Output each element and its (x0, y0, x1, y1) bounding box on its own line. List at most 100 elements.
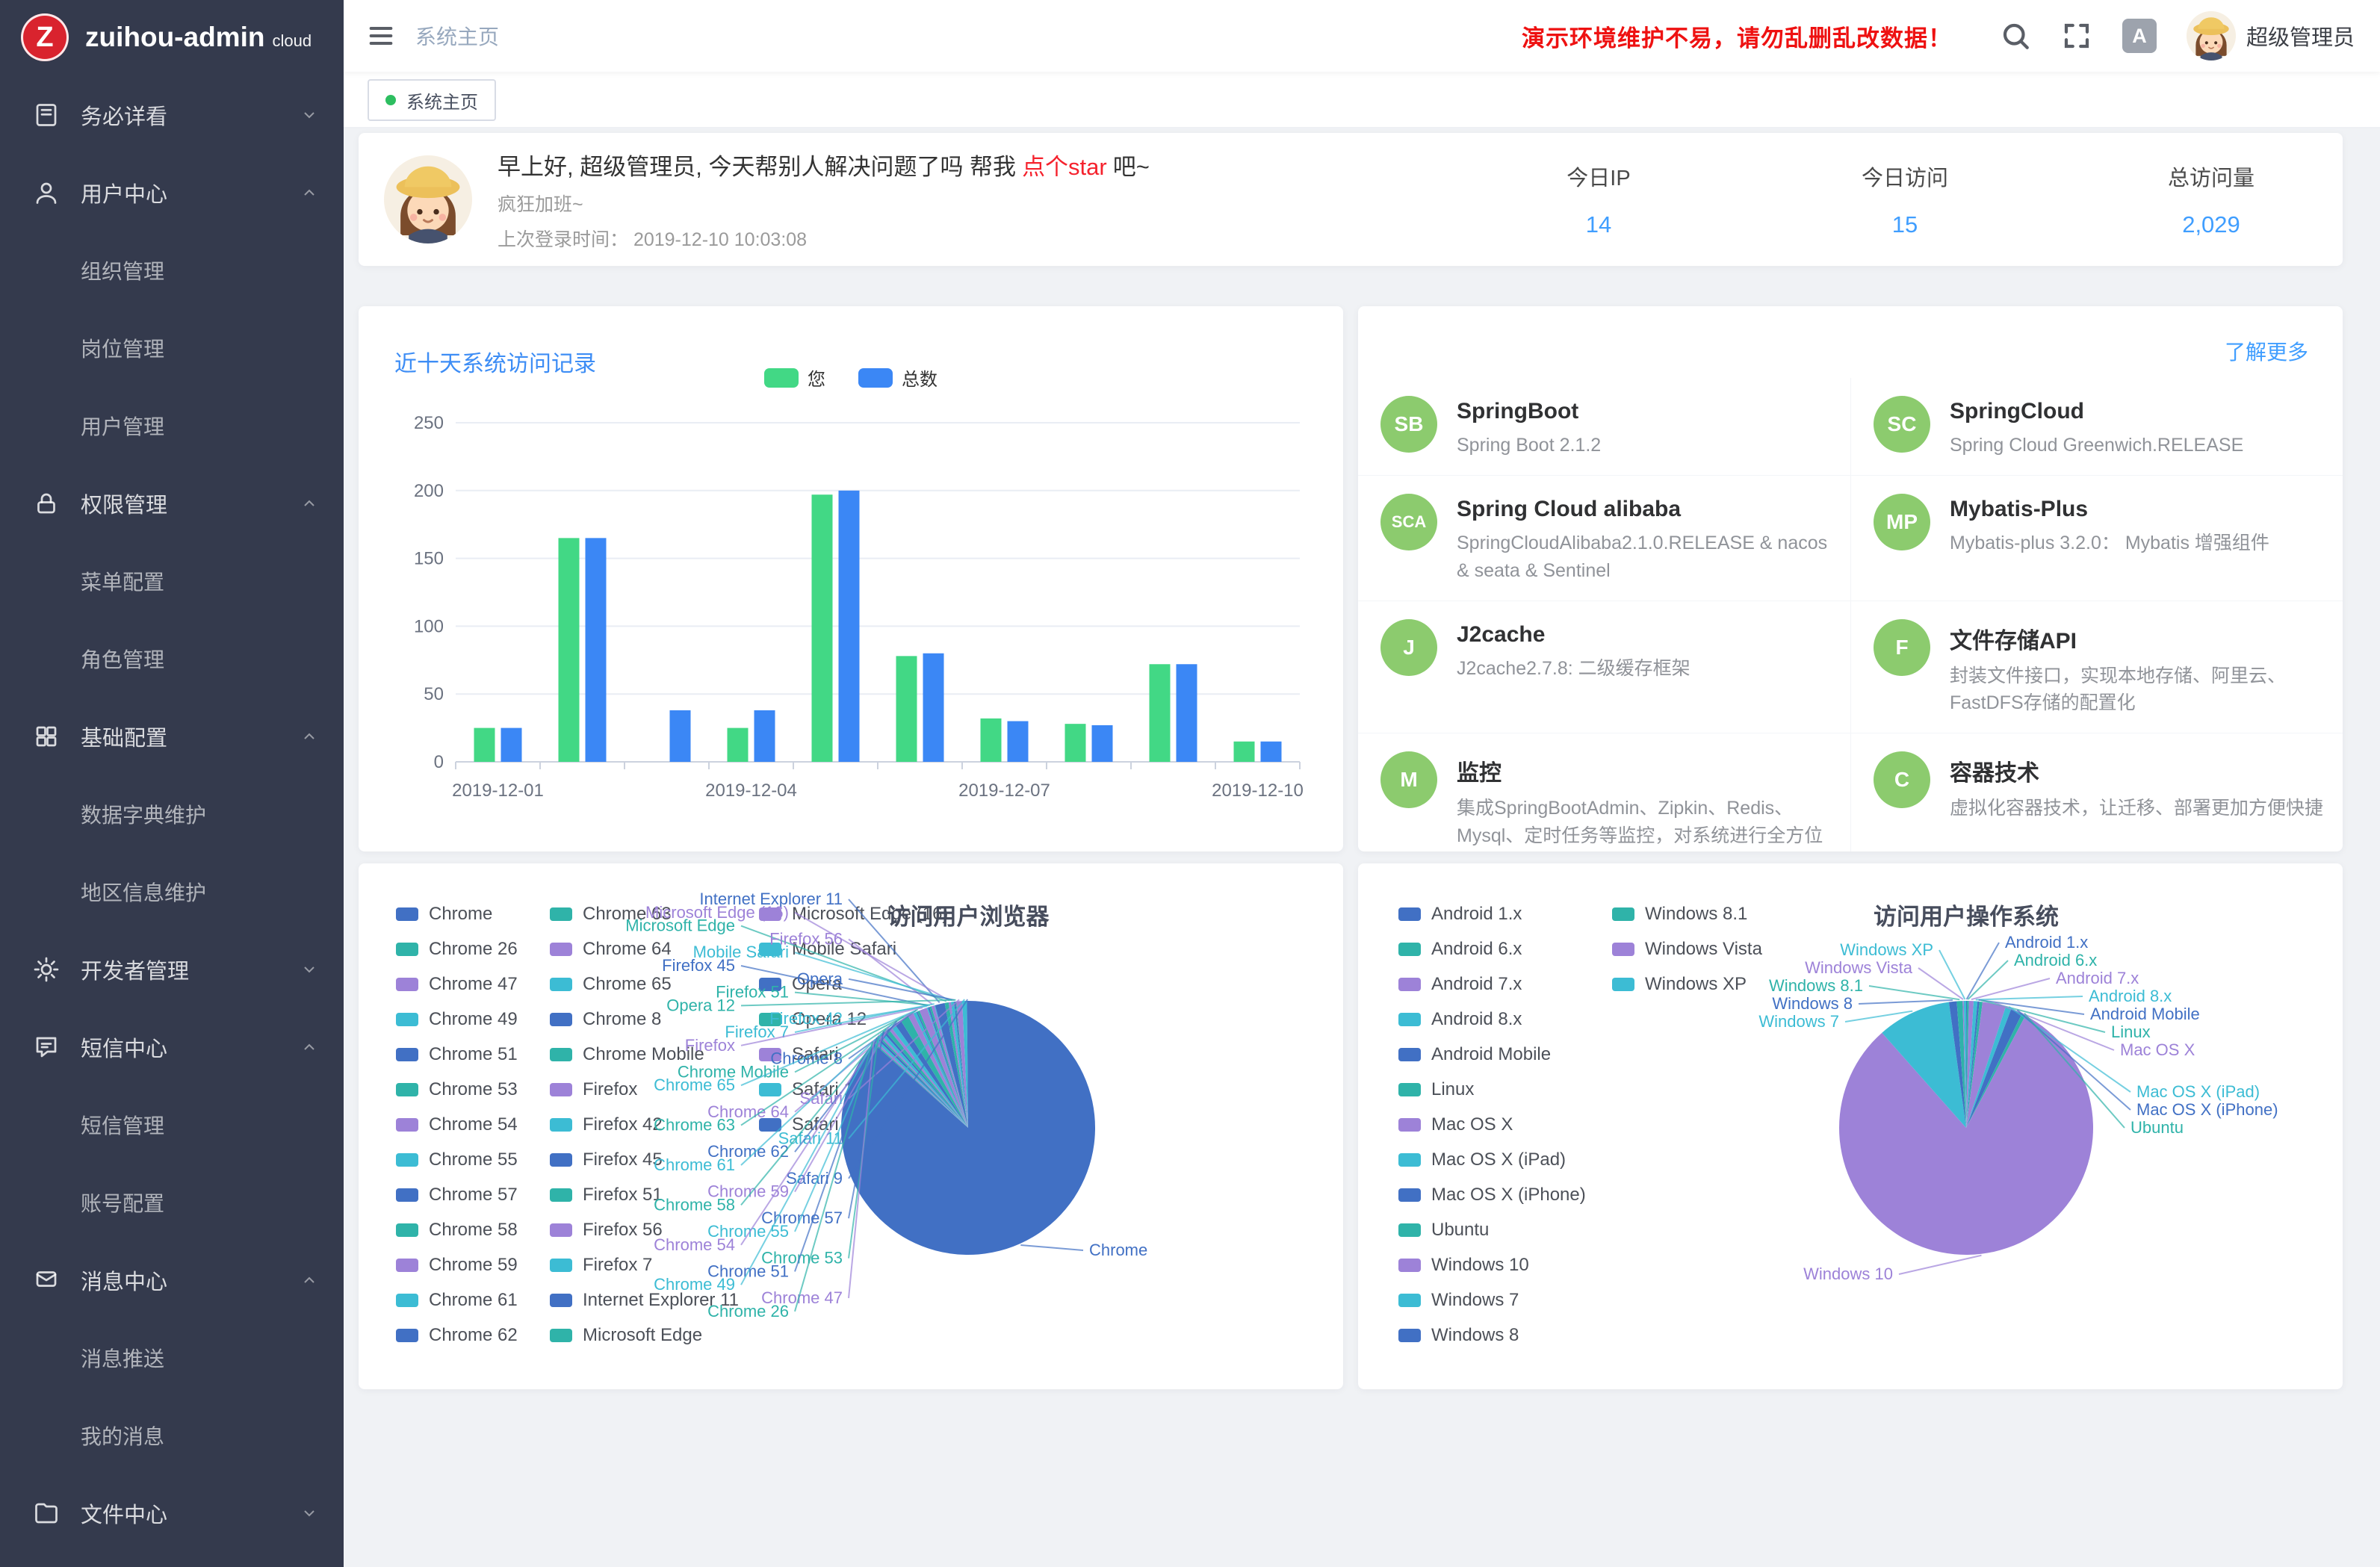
feature-item-2: SCSpringCloudSpring Cloud Greenwich.RELE… (1850, 378, 2343, 475)
legend-item[interactable]: Opera 12 (759, 1002, 948, 1037)
tab-home[interactable]: 系统主页 (368, 79, 496, 121)
legend-label: Chrome 51 (429, 1044, 518, 1065)
legend-item[interactable]: Android 7.x (1398, 966, 1586, 1002)
sidebar-item-label: 消息中心 (81, 1265, 167, 1296)
legend-item[interactable]: Android 8.x (1398, 1002, 1586, 1037)
legend-swatch (550, 978, 572, 991)
hamburger-icon (366, 21, 396, 51)
legend-item[interactable]: Mac OS X (iPhone) (1398, 1177, 1586, 1212)
star-link[interactable]: 点个star (1022, 154, 1107, 180)
legend-item[interactable]: Chrome 61 (396, 1282, 518, 1318)
legend-item[interactable]: Chrome Mobile (550, 1037, 739, 1072)
legend-item-you[interactable]: 您 (764, 364, 825, 391)
legend-item[interactable]: Chrome 49 (396, 1002, 518, 1037)
legend-swatch-you (764, 368, 799, 388)
legend-item[interactable]: Chrome 64 (550, 931, 739, 966)
sidebar-toggle-button[interactable] (344, 21, 415, 51)
legend-item[interactable]: Mac OS X (iPad) (1398, 1142, 1586, 1177)
legend-item[interactable]: Chrome 63 (550, 896, 739, 931)
legend-item[interactable]: Firefox 45 (550, 1142, 739, 1177)
legend-label: Windows Vista (1645, 939, 1762, 960)
sidebar-item-5[interactable]: 开发者管理 (0, 931, 344, 1008)
legend-item[interactable]: Mobile Safari (759, 931, 948, 966)
legend-item[interactable]: Opera (759, 966, 948, 1002)
legend-item[interactable]: Windows 10 (1398, 1247, 1586, 1282)
sidebar-item-2[interactable]: 用户中心 (0, 154, 344, 232)
sidebar-item-8[interactable]: 文件中心 (0, 1474, 344, 1552)
legend-item[interactable]: Chrome 26 (396, 931, 518, 966)
sidebar-subitem[interactable]: 组织管理 (0, 232, 344, 309)
legend-label: Chrome 26 (429, 939, 518, 960)
feature-badge: SB (1380, 396, 1437, 453)
sidebar-subitem[interactable]: 用户管理 (0, 387, 344, 465)
legend-item[interactable]: Chrome 59 (396, 1247, 518, 1282)
legend-item[interactable]: Chrome 47 (396, 966, 518, 1002)
legend-item[interactable]: Firefox 7 (550, 1247, 739, 1282)
legend-item[interactable]: Windows 8 (1398, 1318, 1586, 1353)
learn-more-link[interactable]: 了解更多 (2225, 336, 2308, 366)
legend-item[interactable]: Windows 7 (1398, 1282, 1586, 1318)
legend-item[interactable]: Chrome 65 (550, 966, 739, 1002)
legend-item[interactable]: Chrome 57 (396, 1177, 518, 1212)
legend-item[interactable]: Linux (1398, 1072, 1586, 1107)
sidebar-item-4[interactable]: 基础配置 (0, 698, 344, 775)
legend-item[interactable]: Android 1.x (1398, 896, 1586, 931)
feature-title: 容器技术 (1950, 754, 2323, 787)
sidebar-subitem[interactable]: 我的消息 (0, 1397, 344, 1474)
legend-label: Mac OS X (iPad) (1431, 1149, 1566, 1170)
sidebar-subitem[interactable]: 角色管理 (0, 620, 344, 698)
legend-item[interactable]: Safari 11 (759, 1072, 948, 1107)
legend-item[interactable]: Android 6.x (1398, 931, 1586, 966)
svg-text:Mac OS X: Mac OS X (2120, 1040, 2195, 1059)
legend-item[interactable]: Chrome 58 (396, 1212, 518, 1247)
legend-item[interactable]: Chrome (396, 896, 518, 931)
legend-label: Firefox (583, 1079, 637, 1100)
legend-item[interactable]: Safari 9 (759, 1107, 948, 1142)
pie-legend-column: Windows 8.1 Windows Vista Windows XP (1612, 896, 1762, 1002)
search-button[interactable] (2000, 20, 2031, 52)
legend-item[interactable]: Internet Explorer 11 (550, 1282, 739, 1318)
legend-item[interactable]: Windows XP (1612, 966, 1762, 1002)
svg-text:200: 200 (414, 481, 444, 501)
sidebar-subitem[interactable]: 岗位管理 (0, 309, 344, 387)
legend-item[interactable]: Chrome 53 (396, 1072, 518, 1107)
legend-item[interactable]: Chrome 8 (550, 1002, 739, 1037)
fullscreen-button[interactable] (2061, 20, 2092, 52)
sidebar-item-6[interactable]: 短信中心 (0, 1008, 344, 1086)
legend-item[interactable]: Microsoft Edge (550, 1318, 739, 1353)
sidebar-subitem[interactable]: 消息推送 (0, 1319, 344, 1397)
legend-label: Chrome 64 (583, 939, 672, 960)
legend-item[interactable]: Windows Vista (1612, 931, 1762, 966)
legend-item[interactable]: Chrome 62 (396, 1318, 518, 1353)
legend-item[interactable]: Firefox 56 (550, 1212, 739, 1247)
legend-item[interactable]: Chrome 55 (396, 1142, 518, 1177)
sidebar-subitem[interactable]: 地区信息维护 (0, 853, 344, 931)
sidebar-subitem[interactable]: 菜单配置 (0, 542, 344, 620)
legend-item[interactable]: Firefox (550, 1072, 739, 1107)
sidebar-item-3[interactable]: 权限管理 (0, 465, 344, 542)
legend-item[interactable]: Windows 8.1 (1612, 896, 1762, 931)
font-size-button[interactable]: A (2122, 19, 2157, 53)
legend-item-total[interactable]: 总数 (858, 364, 938, 391)
sidebar-item-7[interactable]: 消息中心 (0, 1241, 344, 1319)
svg-text:Windows 8: Windows 8 (1772, 994, 1853, 1013)
sidebar-subitem[interactable]: 账号配置 (0, 1164, 344, 1241)
legend-item[interactable]: Ubuntu (1398, 1212, 1586, 1247)
visits-chart-card: 近十天系统访问记录 您 总数 0501001502002502019-12-01… (359, 306, 1343, 851)
legend-item[interactable]: Chrome 54 (396, 1107, 518, 1142)
legend-item[interactable]: Safari (759, 1037, 948, 1072)
legend-item[interactable]: Firefox 51 (550, 1177, 739, 1212)
sidebar-item-1[interactable]: 务必详看 (0, 76, 344, 154)
svg-text:Android 7.x: Android 7.x (2056, 969, 2139, 987)
feature-title: Spring Cloud alibaba (1457, 497, 1834, 522)
legend-item[interactable]: Android Mobile (1398, 1037, 1586, 1072)
sidebar-subitem[interactable]: 短信管理 (0, 1086, 344, 1164)
chevron-up-icon (300, 1271, 318, 1289)
legend-item[interactable]: Firefox 42 (550, 1107, 739, 1142)
user-avatar[interactable] (2187, 11, 2236, 60)
app-logo[interactable]: Z zuihou-admincloud (0, 0, 344, 75)
sidebar-subitem[interactable]: 数据字典维护 (0, 775, 344, 853)
legend-item[interactable]: Mac OS X (1398, 1107, 1586, 1142)
legend-item[interactable]: Chrome 51 (396, 1037, 518, 1072)
legend-label: Chrome (429, 904, 492, 925)
